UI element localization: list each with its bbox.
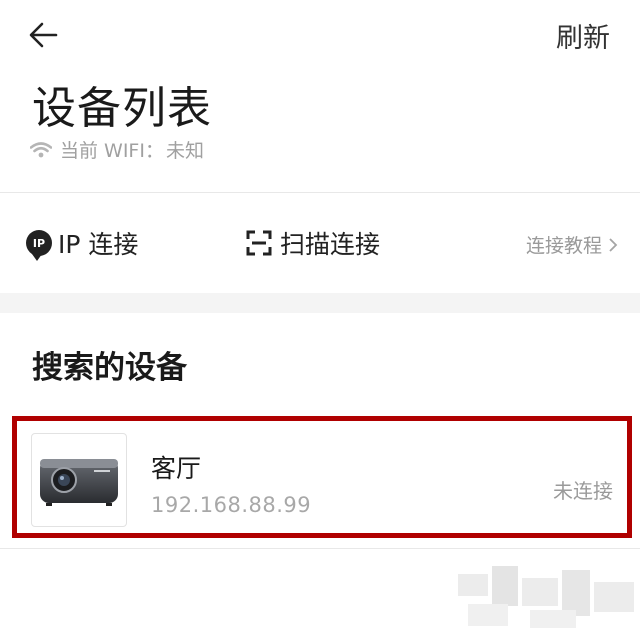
- wifi-value: 未知: [165, 140, 204, 162]
- watermark: [458, 566, 636, 632]
- wifi-icon: [30, 141, 52, 157]
- connect-options: IP IP 连接 扫描连接 连接教程: [0, 193, 640, 293]
- projector-icon: [40, 459, 118, 506]
- arrow-left-icon: [29, 22, 58, 48]
- device-status: 未连接: [553, 479, 613, 503]
- device-thumbnail: [31, 433, 127, 527]
- wifi-status: 当前 WIFI： 未知: [30, 136, 204, 163]
- device-card[interactable]: 客厅 192.168.88.99 未连接: [12, 416, 632, 538]
- header: 刷新 设备列表 当前 WIFI： 未知: [0, 0, 640, 192]
- tutorial-label: 连接教程: [525, 235, 602, 257]
- scan-connect-label: 扫描连接: [280, 230, 381, 259]
- scan-icon: [246, 230, 272, 256]
- refresh-button[interactable]: 刷新: [556, 16, 610, 55]
- device-name: 客厅: [151, 454, 202, 483]
- ip-connect-button[interactable]: IP IP 连接: [26, 225, 138, 261]
- divider: [0, 548, 640, 549]
- back-button[interactable]: [26, 18, 66, 54]
- ip-icon: IP: [26, 230, 52, 261]
- scan-connect-button[interactable]: 扫描连接: [246, 225, 380, 261]
- ip-connect-label: IP 连接: [58, 230, 139, 259]
- device-ip: 192.168.88.99: [151, 493, 312, 517]
- chevron-right-icon: [609, 238, 618, 252]
- tutorial-link[interactable]: 连接教程: [526, 231, 618, 258]
- page-title: 设备列表: [32, 83, 212, 134]
- section-title: 搜索的设备: [32, 350, 187, 386]
- wifi-label: 当前 WIFI：: [60, 140, 164, 162]
- section-gap: [0, 293, 640, 313]
